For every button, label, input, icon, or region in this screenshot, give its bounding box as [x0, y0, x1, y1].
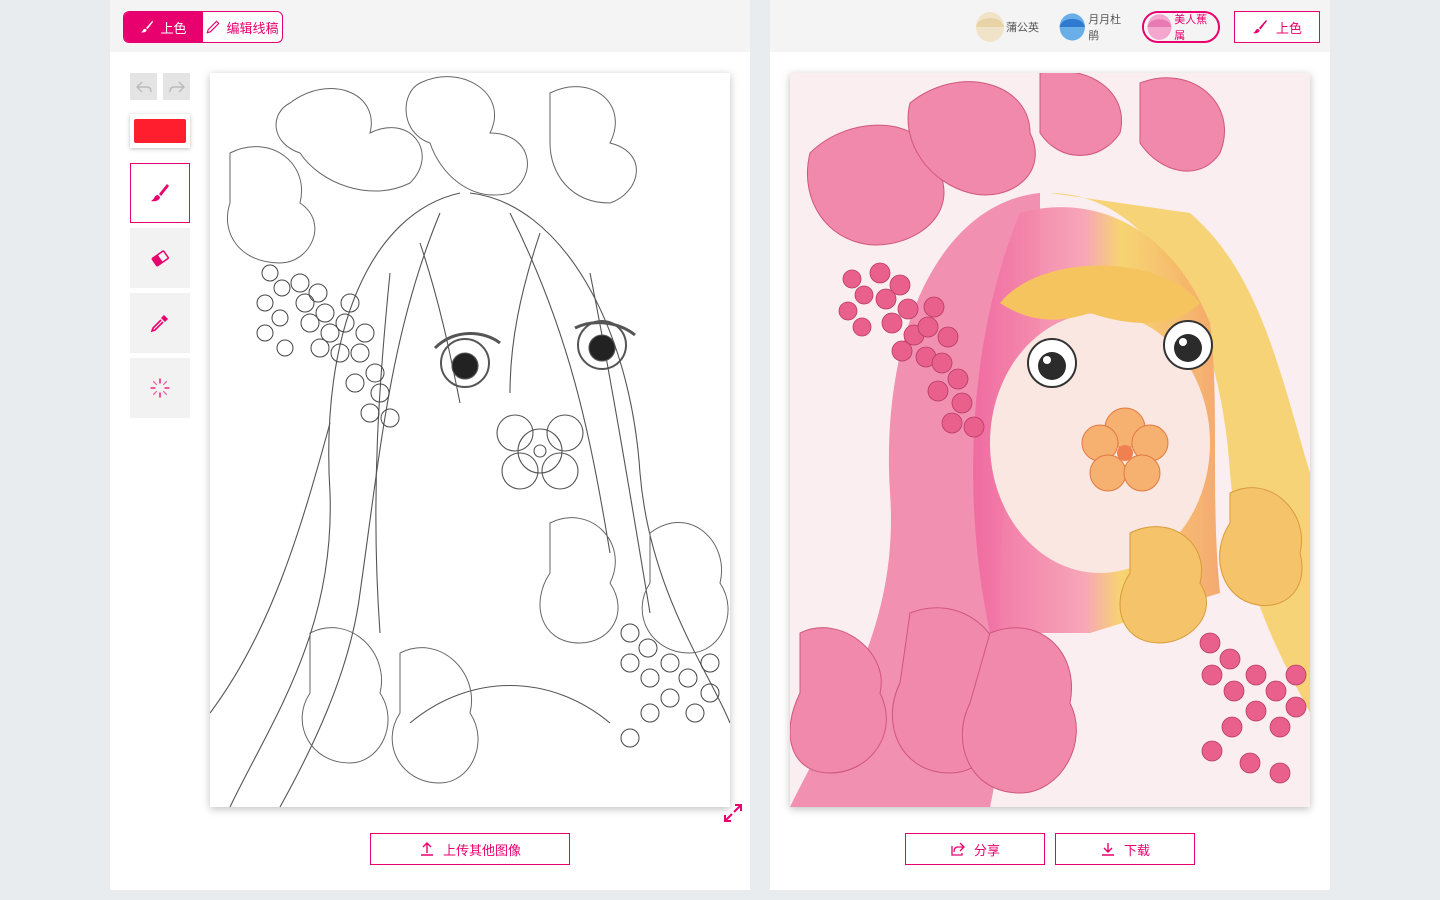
mode-edit-lineart-button[interactable]: 编辑线稿 [203, 12, 282, 42]
download-label: 下载 [1123, 843, 1150, 859]
eyedropper-icon [150, 315, 168, 333]
result-panel-header: 蒲公英 月月杜鹃 美人蕉属 上色 [770, 0, 1330, 52]
loading-tool-button[interactable] [130, 358, 190, 418]
brush-tool-button[interactable] [130, 163, 190, 223]
style-label: 美人蕉属 [1174, 13, 1208, 42]
eraser-icon [151, 250, 169, 267]
eyedropper-tool-button[interactable] [130, 293, 190, 353]
style-option-dandelion[interactable]: 蒲公英 [970, 11, 1048, 43]
style-thumbnail [1144, 13, 1179, 41]
style-option-rhododendron[interactable]: 月月杜鹃 [1056, 11, 1134, 43]
colorized-illustration [790, 73, 1310, 807]
style-label: 月月杜鹃 [1088, 13, 1122, 42]
style-thumbnail [970, 11, 1010, 43]
upload-image-label: 上传其他图像 [442, 843, 521, 859]
style-thumbnail [1056, 12, 1093, 42]
share-icon [951, 842, 965, 856]
mode-colorize-label: 上色 [160, 21, 187, 37]
color-picker[interactable] [130, 114, 190, 148]
brush-icon [1252, 20, 1267, 34]
sketch-panel-header: 上色 编辑线稿 [110, 0, 750, 52]
upload-icon [420, 842, 433, 856]
style-option-canna[interactable]: 美人蕉属 [1142, 11, 1220, 43]
redo-icon [168, 81, 185, 92]
sketch-panel: 上色 编辑线稿 上传其他图像 [110, 0, 750, 890]
upload-image-button[interactable]: 上传其他图像 [370, 833, 570, 865]
history-controls [130, 73, 190, 100]
colorized-result-image [790, 73, 1310, 807]
lineart-canvas[interactable] [210, 73, 730, 807]
expand-icon[interactable] [722, 802, 744, 824]
eraser-tool-button[interactable] [130, 228, 190, 288]
undo-icon [135, 81, 152, 92]
loading-spinner-icon [150, 378, 170, 398]
download-icon [1101, 843, 1114, 856]
mode-toggle: 上色 编辑线稿 [123, 11, 283, 43]
lineart-illustration [210, 73, 730, 807]
colorize-label: 上色 [1275, 21, 1302, 37]
current-color-swatch [134, 119, 186, 143]
undo-button[interactable] [130, 73, 157, 100]
pencil-icon [206, 20, 220, 34]
download-button[interactable]: 下载 [1055, 833, 1195, 865]
brush-icon [151, 184, 169, 202]
colorize-button[interactable]: 上色 [1234, 11, 1320, 43]
result-panel: 蒲公英 月月杜鹃 美人蕉属 上色 分享 下载 [770, 0, 1330, 890]
share-button[interactable]: 分享 [905, 833, 1045, 865]
mode-colorize-button[interactable]: 上色 [124, 12, 203, 42]
share-label: 分享 [973, 843, 1000, 859]
style-label: 蒲公英 [1006, 21, 1039, 34]
redo-button[interactable] [163, 73, 190, 100]
tool-palette [130, 73, 190, 423]
brush-icon [141, 20, 154, 33]
mode-edit-lineart-label: 编辑线稿 [226, 21, 279, 37]
